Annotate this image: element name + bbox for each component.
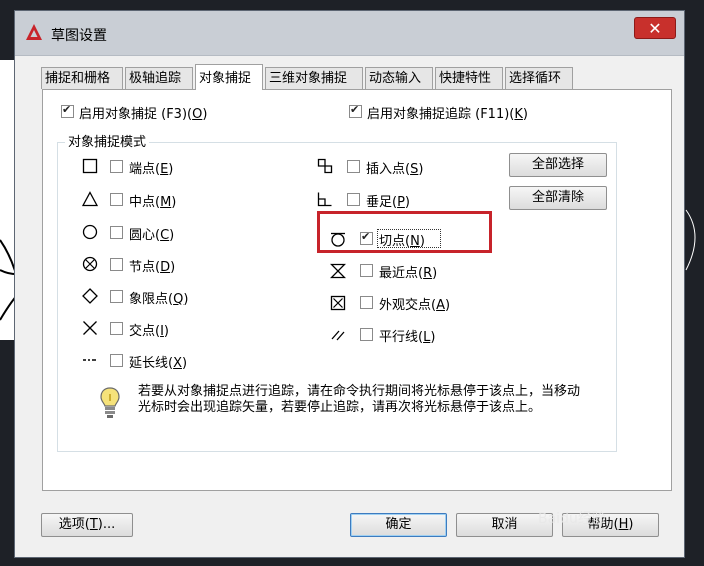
lightbulb-icon — [100, 387, 120, 418]
apparent-intersection-label: 外观交点(A) — [379, 298, 451, 313]
annotation-highlight-box — [317, 211, 492, 253]
diamond-icon — [82, 288, 98, 304]
endpoint-label: 端点(E) — [129, 162, 174, 177]
perpendicular-icon — [317, 192, 332, 207]
parallel-label: 平行线(L) — [379, 330, 436, 345]
background-drawing-right — [684, 170, 704, 310]
endpoint-checkbox[interactable] — [110, 160, 123, 173]
nearest-label: 最近点(R) — [379, 266, 438, 281]
watermark: Baidu经验 — [538, 511, 606, 527]
square-icon — [82, 158, 98, 174]
nearest-checkbox[interactable] — [360, 264, 373, 277]
dialog-title: 草图设置 — [51, 28, 107, 44]
osnap-checkbox[interactable] — [61, 103, 74, 118]
tab-quick-properties[interactable]: 快捷特性 — [435, 67, 503, 89]
center-label: 圆心(C) — [129, 228, 175, 243]
parallel-checkbox[interactable] — [360, 328, 373, 341]
triangle-icon — [82, 191, 98, 207]
close-button[interactable]: ✕ — [634, 17, 676, 39]
tab-selection-cycling[interactable]: 选择循环 — [505, 67, 573, 89]
drafting-settings-dialog: 草图设置 ✕ 捕捉和栅格 极轴追踪 对象捕捉 三维对象捕捉 动态输入 快捷特性 … — [14, 10, 685, 558]
quadrant-checkbox[interactable] — [110, 290, 123, 303]
apparent-intersection-checkbox[interactable] — [360, 296, 373, 309]
osnap-label: 启用对象捕捉 (F3)(O) — [79, 107, 208, 122]
tab-polar-tracking[interactable]: 极轴追踪 — [125, 67, 193, 89]
node-label: 节点(D) — [129, 260, 176, 275]
select-all-button[interactable]: 全部选择 — [509, 153, 607, 177]
quadrant-label: 象限点(Q) — [129, 292, 189, 307]
node-icon — [82, 256, 98, 272]
circle-icon — [82, 224, 98, 240]
nearest-icon — [330, 263, 346, 279]
snap-modes-title: 对象捕捉模式 — [65, 131, 150, 150]
midpoint-label: 中点(M) — [129, 195, 177, 210]
perpendicular-checkbox[interactable] — [347, 193, 360, 206]
tab-3d-object-snap[interactable]: 三维对象捕捉 — [265, 67, 363, 89]
parallel-icon — [331, 330, 345, 341]
ok-button[interactable]: 确定 — [350, 513, 447, 537]
extension-checkbox[interactable] — [110, 354, 123, 367]
tab-snap-grid[interactable]: 捕捉和栅格 — [41, 67, 123, 89]
insertion-label: 插入点(S) — [366, 162, 424, 177]
extension-icon — [83, 359, 96, 361]
insertion-checkbox[interactable] — [347, 160, 360, 173]
tab-object-snap[interactable]: 对象捕捉 — [195, 64, 263, 90]
close-icon: ✕ — [648, 19, 662, 38]
tracking-hint-text: 若要从对象捕捉点进行追踪，请在命令执行期间将光标悬停于该点上，当移动光标时会出现… — [138, 384, 581, 415]
intersection-checkbox[interactable] — [110, 322, 123, 335]
otrack-checkbox[interactable] — [349, 103, 362, 118]
object-snap-panel: 启用对象捕捉 (F3)(O) 启用对象捕捉追踪 (F11)(K) 对象捕捉模式 … — [42, 89, 672, 491]
intersection-label: 交点(I) — [129, 324, 169, 339]
apparent-intersection-icon — [330, 295, 346, 311]
cross-icon — [83, 321, 97, 335]
clear-all-button[interactable]: 全部清除 — [509, 186, 607, 210]
insertion-icon — [317, 158, 333, 174]
extension-label: 延长线(X) — [129, 356, 188, 371]
midpoint-checkbox[interactable] — [110, 193, 123, 206]
title-bar: 草图设置 ✕ — [15, 11, 684, 56]
center-checkbox[interactable] — [110, 226, 123, 239]
tab-dynamic-input[interactable]: 动态输入 — [365, 67, 433, 89]
autocad-logo-icon — [26, 24, 42, 40]
options-button[interactable]: 选项(T)... — [41, 513, 133, 537]
perpendicular-label: 垂足(P) — [366, 195, 410, 210]
otrack-label: 启用对象捕捉追踪 (F11)(K) — [367, 107, 528, 122]
node-checkbox[interactable] — [110, 258, 123, 271]
